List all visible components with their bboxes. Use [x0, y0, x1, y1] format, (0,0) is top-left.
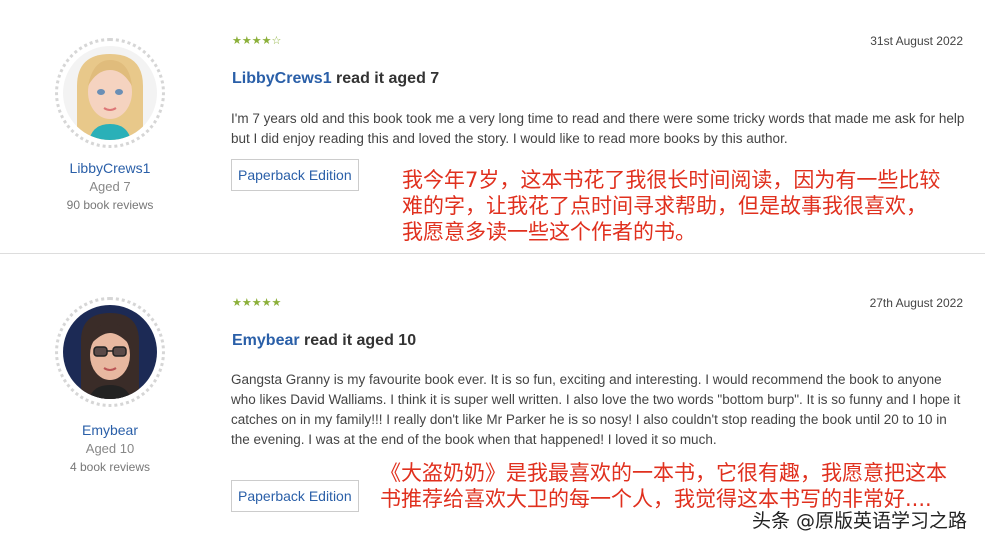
review-body: I'm 7 years old and this book took me a … — [231, 111, 965, 146]
edition-button[interactable]: Paperback Edition — [231, 480, 359, 512]
review-body: Gangsta Granny is my favourite book ever… — [231, 372, 961, 447]
review-date: 31st August 2022 — [870, 34, 963, 48]
headline-text: read it aged 10 — [299, 332, 417, 349]
reviewer-age: Aged 7 — [89, 179, 131, 194]
headline-username[interactable]: LibbyCrews1 — [232, 70, 332, 87]
avatar-image — [63, 305, 157, 399]
headline-username[interactable]: Emybear — [232, 332, 300, 349]
review-headline: Emybear read it aged 10 — [232, 332, 416, 350]
avatar[interactable] — [55, 38, 165, 148]
review-card: LibbyCrews1 Aged 7 90 book reviews ★★★★☆… — [0, 0, 985, 254]
star-rating: ★★★★★ — [232, 297, 282, 309]
chinese-translation: 《大盗奶奶》是我最喜欢的一本书，它很有趣，我愿意把这本书推荐给喜欢大卫的每一个人… — [380, 461, 947, 511]
watermark-text: 头条 @原版英语学习之路 — [751, 510, 967, 532]
reviewer-name-link[interactable]: LibbyCrews1 — [15, 160, 205, 176]
edition-button[interactable]: Paperback Edition — [231, 159, 359, 191]
review-headline: LibbyCrews1 read it aged 7 — [232, 70, 439, 88]
reviewer-review-count[interactable]: 4 book reviews — [15, 460, 205, 474]
reviewer-age: Aged 10 — [85, 441, 135, 456]
chinese-translation: 我今年7岁，这本书花了我很长时间阅读，因为有一些比较难的字，让我花了点时间寻求帮… — [402, 168, 941, 244]
star-rating: ★★★★☆ — [232, 35, 282, 47]
reviewer-review-count[interactable]: 90 book reviews — [15, 198, 205, 212]
avatar[interactable] — [55, 297, 165, 407]
review-card: Emybear Aged 10 4 book reviews ★★★★★ 27t… — [0, 255, 985, 541]
reviewer-name-link[interactable]: Emybear — [15, 422, 205, 438]
review-date: 27th August 2022 — [869, 296, 963, 310]
headline-text: read it aged 7 — [331, 70, 440, 87]
avatar-image — [63, 46, 157, 140]
